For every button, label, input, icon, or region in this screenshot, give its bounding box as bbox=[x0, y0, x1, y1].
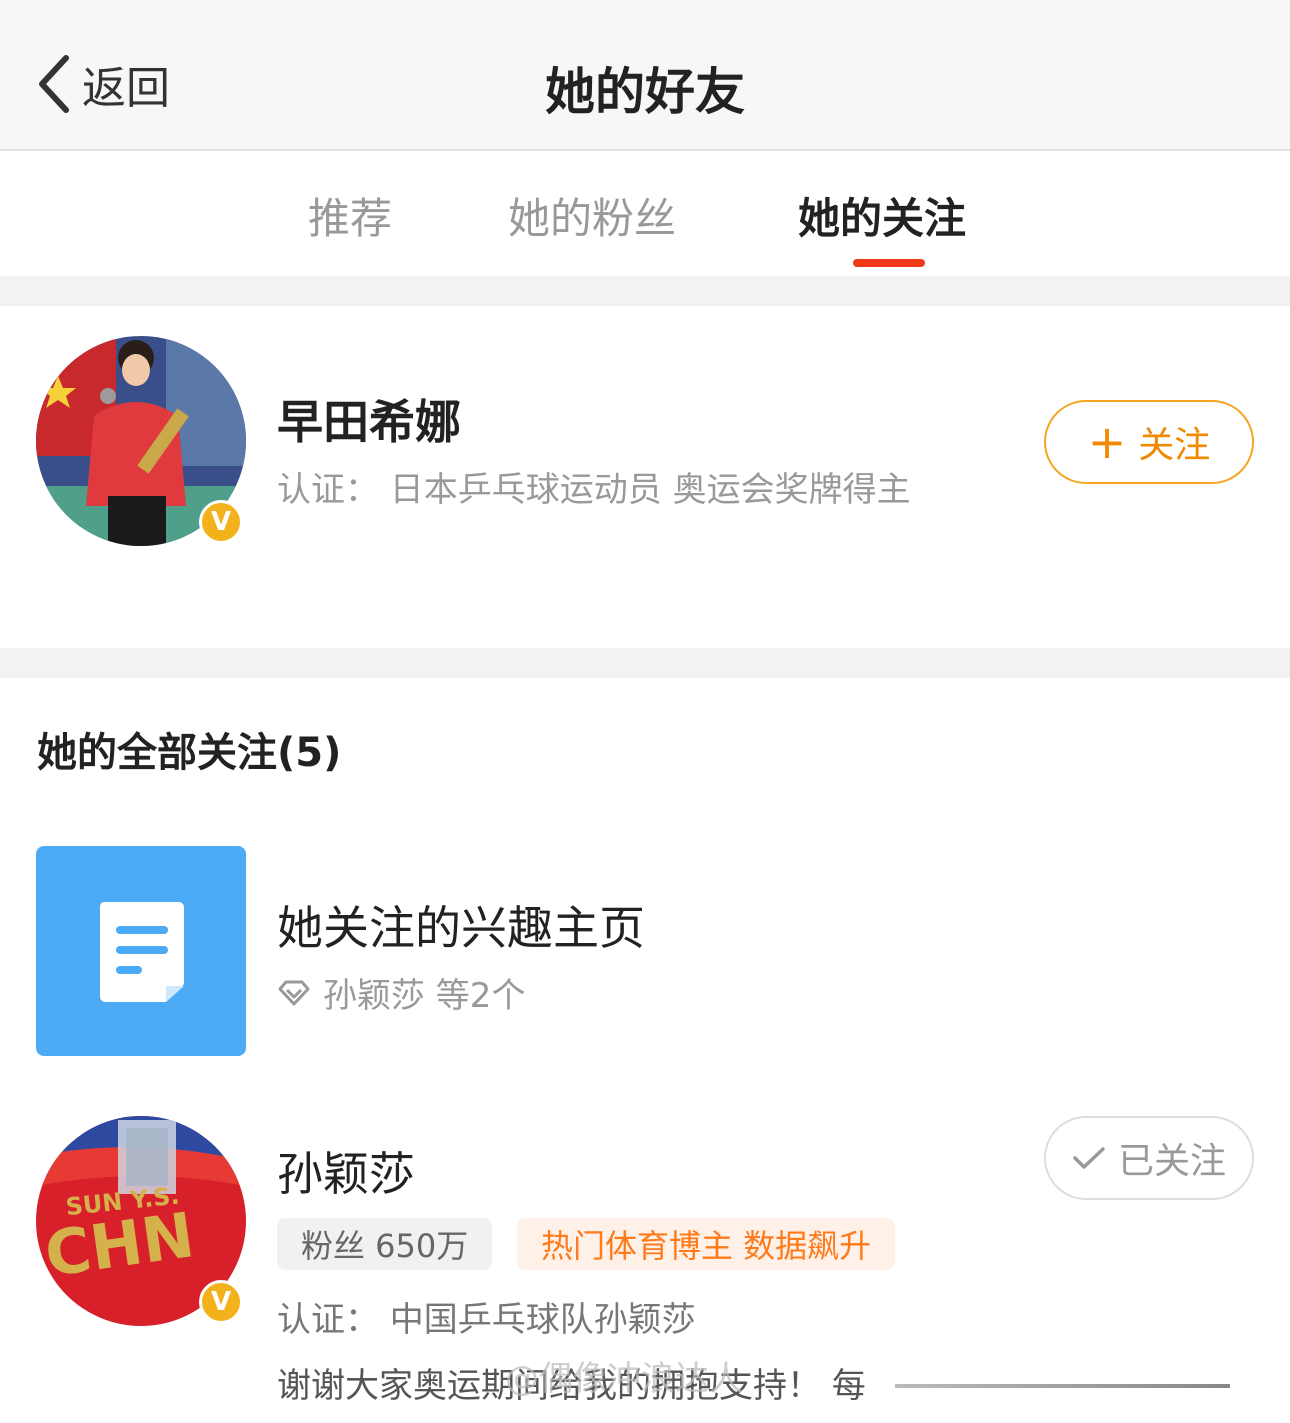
divider bbox=[0, 276, 1290, 306]
plus-icon: + bbox=[1087, 415, 1127, 469]
followed-button-label: 已关注 bbox=[1117, 1141, 1226, 1182]
bio-fade-mask bbox=[880, 1360, 1230, 1400]
user-name[interactable]: 孙颖莎 bbox=[277, 1138, 415, 1204]
hot-blogger-tag: 热门体育博主 数据飙升 bbox=[517, 1218, 896, 1270]
followed-button[interactable]: 已关注 bbox=[1044, 1116, 1254, 1200]
verified-badge-icon: V bbox=[199, 1280, 243, 1324]
interest-page-thumbnail[interactable] bbox=[36, 846, 246, 1056]
document-icon bbox=[100, 902, 184, 1002]
tab-recommend[interactable]: 推荐 bbox=[308, 185, 392, 246]
interest-page-title[interactable]: 她关注的兴趣主页 bbox=[277, 892, 645, 958]
tab-her-following[interactable]: 她的关注 bbox=[798, 185, 966, 246]
verified-badge-icon: V bbox=[199, 500, 243, 544]
top-nav-bar: 返回 她的好友 bbox=[0, 0, 1290, 151]
watermark: @偶像冲浪达人 bbox=[505, 1359, 743, 1399]
featured-user-card[interactable]: V 早田希娜 认证： 日本乒乓球运动员 奥运会奖牌得主 + 关注 bbox=[0, 306, 1290, 648]
tab-her-fans[interactable]: 她的粉丝 bbox=[508, 185, 676, 246]
interest-page-subtitle: 孙颖莎 等2个 bbox=[277, 968, 525, 1017]
fans-count-tag: 粉丝 650万 bbox=[277, 1218, 493, 1270]
verification-text: 认证： 日本乒乓球运动员 奥运会奖牌得主 bbox=[277, 470, 911, 510]
interest-page-subtitle-text: 孙颖莎 等2个 bbox=[323, 976, 526, 1016]
user-name[interactable]: 早田希娜 bbox=[277, 386, 461, 452]
follow-button[interactable]: + 关注 bbox=[1044, 400, 1254, 484]
divider bbox=[0, 648, 1290, 678]
follow-button-label: 关注 bbox=[1138, 425, 1211, 466]
following-list-section: 她的全部关注(5) 她关注的兴趣主页 孙颖莎 等2个 CHN SUN Y.S. … bbox=[0, 678, 1290, 1423]
verification-text: 认证： 中国乒乓球队孙颖莎 bbox=[277, 1300, 696, 1340]
check-icon bbox=[1073, 1147, 1105, 1169]
tab-bar: 推荐 她的粉丝 她的关注 bbox=[0, 151, 1290, 276]
active-tab-indicator bbox=[853, 259, 925, 267]
page-title: 她的好友 bbox=[545, 63, 745, 121]
diamond-icon bbox=[278, 980, 310, 1005]
bio-truncation-bar bbox=[895, 1384, 1230, 1388]
section-title: 她的全部关注(5) bbox=[37, 730, 342, 776]
